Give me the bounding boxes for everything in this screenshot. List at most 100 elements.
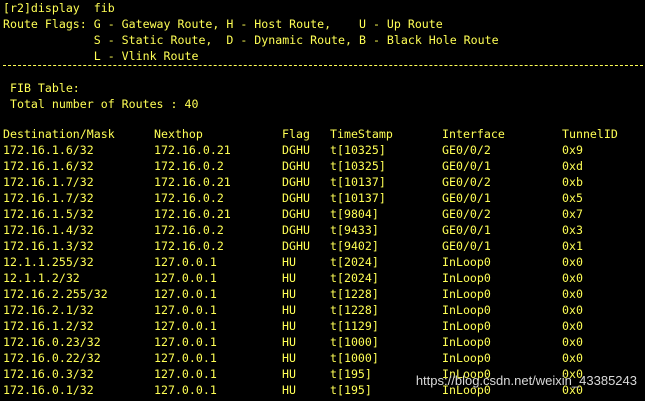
route-interface: InLoop0 [442,351,491,365]
route-nexthop: 127.0.0.1 [154,271,217,285]
route-nexthop: 172.16.0.2 [154,159,224,173]
route-destination: 172.16.1.5/32 [3,207,94,221]
route-destination: 172.16.1.3/32 [3,239,94,253]
route-interface: GE0/0/1 [442,223,491,237]
route-tunnel-id: 0xd [562,159,583,173]
route-destination: 12.1.1.2/32 [3,271,80,285]
route-nexthop: 172.16.0.21 [154,175,231,189]
route-timestamp: t[1228] [330,303,379,317]
route-destination: 172.16.1.6/32 [3,159,94,173]
total-routes: Total number of Routes : 40 [3,97,199,111]
route-tunnel-id: 0x0 [562,255,583,269]
route-nexthop: 172.16.0.2 [154,223,224,237]
route-tunnel-id: 0x0 [562,287,583,301]
route-nexthop: 127.0.0.1 [154,303,217,317]
header-flag: Flag [282,127,310,141]
route-tunnel-id: 0x0 [562,351,583,365]
route-flag: DGHU [282,159,310,173]
route-destination: 172.16.0.3/32 [3,367,94,381]
route-timestamp: t[9804] [330,207,379,221]
route-interface: InLoop0 [442,255,491,269]
route-flag: DGHU [282,239,310,253]
route-flag: DGHU [282,223,310,237]
route-flag: HU [282,367,296,381]
route-interface: GE0/0/1 [442,191,491,205]
route-timestamp: t[1129] [330,319,379,333]
route-tunnel-id: 0x0 [562,271,583,285]
route-timestamp: t[10325] [330,159,386,173]
route-nexthop: 127.0.0.1 [154,255,217,269]
route-timestamp: t[1228] [330,287,379,301]
route-interface: InLoop0 [442,303,491,317]
route-timestamp: t[2024] [330,271,379,285]
route-flags-line-1: Route Flags: G - Gateway Route, H - Host… [3,17,443,31]
route-destination: 172.16.1.6/32 [3,143,94,157]
route-destination: 172.16.1.2/32 [3,319,94,333]
route-destination: 172.16.2.1/32 [3,303,94,317]
route-interface: GE0/0/2 [442,175,491,189]
route-tunnel-id: 0x0 [562,303,583,317]
route-timestamp: t[10137] [330,191,386,205]
route-flags-line-2: S - Static Route, D - Dynamic Route, B -… [3,33,499,47]
header-destination: Destination/Mask [3,127,115,141]
watermark: https://blog.csdn.net/weixin_43385243 [415,373,637,388]
route-tunnel-id: 0x0 [562,319,583,333]
route-nexthop: 172.16.0.2 [154,239,224,253]
route-interface: InLoop0 [442,335,491,349]
route-interface: InLoop0 [442,319,491,333]
header-tunnel-id: TunnelID [562,127,618,141]
route-interface: GE0/0/2 [442,143,491,157]
route-tunnel-id: 0x1 [562,239,583,253]
route-tunnel-id: 0x9 [562,143,583,157]
route-tunnel-id: 0xb [562,175,583,189]
route-nexthop: 127.0.0.1 [154,335,217,349]
route-flag: HU [282,335,296,349]
route-interface: GE0/0/1 [442,159,491,173]
route-timestamp: t[10137] [330,175,386,189]
route-flag: DGHU [282,191,310,205]
route-tunnel-id: 0x7 [562,207,583,221]
route-nexthop: 127.0.0.1 [154,383,217,397]
route-interface: InLoop0 [442,271,491,285]
route-timestamp: t[1000] [330,351,379,365]
route-nexthop: 127.0.0.1 [154,287,217,301]
terminal-window[interactable]: [r2]display fib Route Flags: G - Gateway… [0,0,645,401]
route-nexthop: 127.0.0.1 [154,319,217,333]
header-timestamp: TimeStamp [330,127,393,141]
route-flag: HU [282,271,296,285]
header-nexthop: Nexthop [154,127,203,141]
route-nexthop: 127.0.0.1 [154,367,217,381]
route-interface: InLoop0 [442,287,491,301]
route-timestamp: t[195] [330,383,372,397]
fib-table-title: FIB Table: [3,81,80,95]
route-timestamp: t[10325] [330,143,386,157]
route-flag: HU [282,319,296,333]
route-tunnel-id: 0x3 [562,223,583,237]
route-flag: DGHU [282,207,310,221]
route-tunnel-id: 0x5 [562,191,583,205]
route-flag: DGHU [282,143,310,157]
route-flag: HU [282,303,296,317]
route-nexthop: 172.16.0.21 [154,143,231,157]
route-destination: 172.16.0.23/32 [3,335,101,349]
route-destination: 172.16.1.4/32 [3,223,94,237]
route-nexthop: 172.16.0.21 [154,207,231,221]
separator-rule [3,65,643,72]
route-destination: 172.16.0.22/32 [3,351,101,365]
route-destination: 172.16.2.255/32 [3,287,108,301]
route-destination: 12.1.1.255/32 [3,255,94,269]
route-timestamp: t[195] [330,367,372,381]
route-interface: GE0/0/2 [442,207,491,221]
route-flag: HU [282,255,296,269]
route-timestamp: t[9433] [330,223,379,237]
route-flag: HU [282,287,296,301]
route-flags-line-3: L - Vlink Route [3,49,199,63]
header-interface: Interface [442,127,505,141]
route-flag: HU [282,383,296,397]
route-destination: 172.16.1.7/32 [3,191,94,205]
route-interface: GE0/0/1 [442,239,491,253]
route-timestamp: t[9402] [330,239,379,253]
route-destination: 172.16.1.7/32 [3,175,94,189]
route-timestamp: t[2024] [330,255,379,269]
route-flag: DGHU [282,175,310,189]
